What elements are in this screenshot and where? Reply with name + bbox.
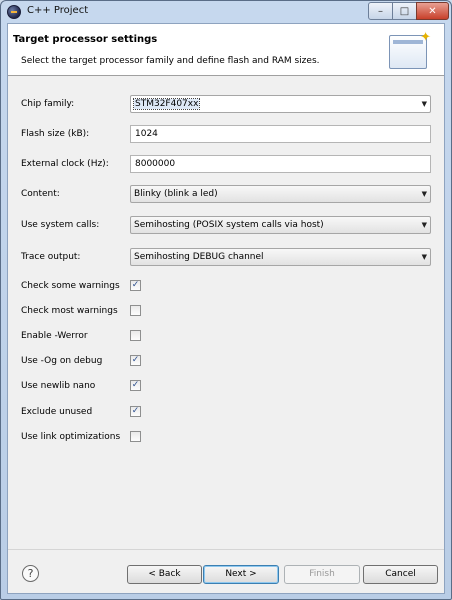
- check-some-warnings-label: Check some warnings: [21, 281, 120, 291]
- help-icon[interactable]: ?: [22, 565, 39, 582]
- close-icon: ✕: [428, 5, 437, 17]
- next-button[interactable]: Next >: [203, 565, 279, 584]
- flash-size-field[interactable]: 1024: [130, 125, 431, 143]
- use-og-checkbox[interactable]: ✓: [130, 355, 141, 366]
- chevron-down-icon: ▼: [421, 253, 427, 261]
- chip-family-label: Chip family:: [21, 99, 75, 109]
- maximize-icon: □: [399, 5, 410, 17]
- chevron-down-icon: ▼: [421, 221, 427, 229]
- chevron-down-icon: ▼: [421, 100, 427, 108]
- sparkle-icon: ✦: [420, 30, 431, 45]
- content-dropdown[interactable]: Blinky (blink a led) ▼: [130, 185, 431, 203]
- chip-family-value: STM32F407xx: [132, 98, 201, 110]
- system-calls-label: Use system calls:: [21, 220, 100, 230]
- footer-divider: [8, 549, 444, 550]
- wizard-header: Target processor settings Select the tar…: [8, 24, 444, 76]
- use-newlib-nano-label: Use newlib nano: [21, 381, 96, 391]
- page-description: Select the target processor family and d…: [21, 56, 320, 66]
- content-label: Content:: [21, 189, 60, 199]
- chip-family-dropdown[interactable]: STM32F407xx ▼: [130, 95, 431, 113]
- system-calls-value: Semihosting (POSIX system calls via host…: [134, 220, 324, 230]
- cancel-button[interactable]: Cancel: [363, 565, 438, 584]
- use-og-label: Use -Og on debug: [21, 356, 103, 366]
- use-link-optimizations-checkbox[interactable]: [130, 431, 141, 442]
- back-button[interactable]: < Back: [127, 565, 202, 584]
- use-newlib-nano-checkbox[interactable]: ✓: [130, 380, 141, 391]
- trace-output-value: Semihosting DEBUG channel: [134, 252, 264, 262]
- enable-werror-label: Enable -Werror: [21, 331, 88, 341]
- title-bar[interactable]: C++ Project – □ ✕: [1, 1, 451, 23]
- trace-output-dropdown[interactable]: Semihosting DEBUG channel ▼: [130, 248, 431, 266]
- use-link-optimizations-label: Use link optimizations: [21, 432, 121, 442]
- exclude-unused-label: Exclude unused: [21, 407, 93, 417]
- check-some-warnings-checkbox[interactable]: ✓: [130, 280, 141, 291]
- enable-werror-checkbox[interactable]: [130, 330, 141, 341]
- dialog-body: Target processor settings Select the tar…: [7, 23, 445, 594]
- wizard-banner-icon: ✦: [389, 30, 431, 69]
- flash-size-label: Flash size (kB):: [21, 129, 90, 139]
- close-button[interactable]: ✕: [416, 2, 449, 20]
- check-most-warnings-label: Check most warnings: [21, 306, 118, 316]
- page-title: Target processor settings: [13, 34, 158, 45]
- content-value: Blinky (blink a led): [134, 189, 218, 199]
- maximize-button[interactable]: □: [392, 2, 417, 20]
- exclude-unused-checkbox[interactable]: ✓: [130, 406, 141, 417]
- window-title: C++ Project: [27, 5, 89, 16]
- minimize-button[interactable]: –: [368, 2, 393, 20]
- external-clock-field[interactable]: 8000000: [130, 155, 431, 173]
- minimize-icon: –: [378, 5, 383, 17]
- check-most-warnings-checkbox[interactable]: [130, 305, 141, 316]
- eclipse-icon: [7, 5, 21, 19]
- chevron-down-icon: ▼: [421, 190, 427, 198]
- system-calls-dropdown[interactable]: Semihosting (POSIX system calls via host…: [130, 216, 431, 234]
- finish-button[interactable]: Finish: [284, 565, 360, 584]
- external-clock-label: External clock (Hz):: [21, 159, 109, 169]
- wizard-window: C++ Project – □ ✕ Target processor setti…: [0, 0, 452, 600]
- trace-output-label: Trace output:: [21, 252, 81, 262]
